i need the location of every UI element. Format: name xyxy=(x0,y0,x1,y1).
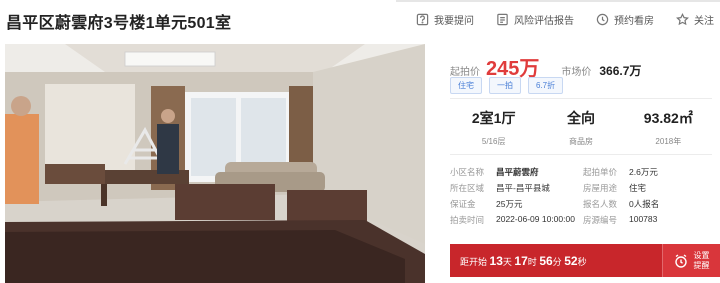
area-value: 93.82㎡ xyxy=(643,110,693,126)
info-key: 拍卖时间 xyxy=(450,215,485,225)
tag-list: 住宅 一拍 6.7折 xyxy=(450,77,564,94)
countdown-seconds: 52 xyxy=(564,253,578,268)
info-key: 房源编号 xyxy=(583,215,618,225)
tag-discount: 6.7折 xyxy=(528,77,564,94)
stat-orientation: 全向 商品房 xyxy=(537,108,624,147)
info-key: 保证金 xyxy=(450,199,476,209)
question-icon xyxy=(416,13,429,26)
countdown-prefix: 距开始 xyxy=(460,256,488,267)
layout-value: 2室1厅 xyxy=(471,110,516,126)
info-row: 拍卖时间 2022-06-09 10:00:00 房源编号 100783 xyxy=(450,212,716,228)
housing-type-value: 商品房 xyxy=(568,137,593,146)
book-viewing-button[interactable]: 预约看房 xyxy=(596,12,654,27)
listing-id-value: 100783 xyxy=(629,214,658,224)
star-icon xyxy=(676,13,689,26)
days-unit: 天 xyxy=(502,256,512,267)
auction-info-panel: 起拍价 245万 市场价 366.7万 住宅 一拍 6.7折 2室1厅 5/16… xyxy=(436,44,720,283)
deposit-value: 25万元 xyxy=(496,199,523,209)
info-key: 起拍单价 xyxy=(583,167,618,177)
tag-property-type: 住宅 xyxy=(450,77,482,94)
countdown-hours: 17 xyxy=(514,253,528,268)
ask-question-label: 我要提问 xyxy=(434,16,474,27)
info-row: 保证金 25万元 报名人数 0人报名 xyxy=(450,196,716,212)
header-divider xyxy=(396,0,720,2)
book-viewing-label: 预约看房 xyxy=(614,16,654,27)
page-header: 昌平区蔚雲府3号楼1单元501室 我要提问 风险评估报告 预约看房 关注 xyxy=(0,0,720,40)
community-name-value[interactable]: 昌平蔚雲府 xyxy=(496,166,539,178)
divider xyxy=(450,98,712,99)
divider xyxy=(450,154,712,155)
property-photo[interactable] xyxy=(5,44,425,283)
floor-value: 5/16层 xyxy=(481,137,506,146)
build-year-value: 2018年 xyxy=(655,137,682,146)
seconds-unit: 秒 xyxy=(577,256,587,267)
countdown-days: 13 xyxy=(489,253,503,268)
risk-report-button[interactable]: 风险评估报告 xyxy=(496,12,574,27)
hours-unit: 时 xyxy=(527,256,537,267)
stat-area: 93.82㎡ 2018年 xyxy=(625,108,712,147)
minutes-unit: 分 xyxy=(552,256,562,267)
set-reminder-button[interactable]: 设置提醒 xyxy=(662,244,720,277)
market-price-label: 市场价 xyxy=(561,67,592,78)
page-title: 昌平区蔚雲府3号楼1单元501室 xyxy=(6,15,232,32)
key-stats: 2室1厅 5/16层 全向 商品房 93.82㎡ 2018年 xyxy=(450,108,712,147)
set-reminder-label: 设置提醒 xyxy=(693,250,710,270)
follow-button[interactable]: 关注 xyxy=(676,12,714,27)
signup-count-value: 0人报名 xyxy=(629,199,660,209)
risk-report-label: 风险评估报告 xyxy=(514,16,574,27)
info-key: 报名人数 xyxy=(583,199,618,209)
header-actions: 我要提问 风险评估报告 预约看房 关注 xyxy=(394,12,714,27)
countdown-minutes: 56 xyxy=(539,253,553,268)
usage-value: 住宅 xyxy=(629,183,647,193)
auction-time-value: 2022-06-09 10:00:00 xyxy=(496,214,575,224)
stat-layout: 2室1厅 5/16层 xyxy=(450,108,537,147)
start-price-label: 起拍价 xyxy=(450,67,480,78)
orientation-value: 全向 xyxy=(566,110,595,126)
ask-question-button[interactable]: 我要提问 xyxy=(416,12,474,27)
info-row: 小区名称 昌平蔚雲府 起拍单价 2.6万元 xyxy=(450,164,716,180)
countdown-bar: 距开始 13天 17时 56分 52秒 设置提醒 xyxy=(450,244,720,277)
alarm-clock-icon xyxy=(674,253,687,268)
market-price-value: 366.7万 xyxy=(599,64,642,78)
info-key: 小区名称 xyxy=(450,167,485,177)
living-room-image xyxy=(5,44,425,283)
info-row: 所在区域 昌平-昌平县城 房屋用途 住宅 xyxy=(450,180,716,196)
report-icon xyxy=(497,13,508,26)
tag-auction-round: 一拍 xyxy=(489,77,521,94)
clock-icon xyxy=(596,13,609,26)
unit-price-value: 2.6万元 xyxy=(629,167,658,177)
info-key: 所在区域 xyxy=(450,183,485,193)
follow-label: 关注 xyxy=(694,16,714,27)
info-key: 房屋用途 xyxy=(583,183,618,193)
info-table: 小区名称 昌平蔚雲府 起拍单价 2.6万元 所在区域 昌平-昌平县城 房屋用途 住宅 保… xyxy=(450,164,716,228)
countdown-text: 距开始 13天 17时 56分 52秒 xyxy=(450,254,662,268)
region-value: 昌平-昌平县城 xyxy=(496,183,550,193)
